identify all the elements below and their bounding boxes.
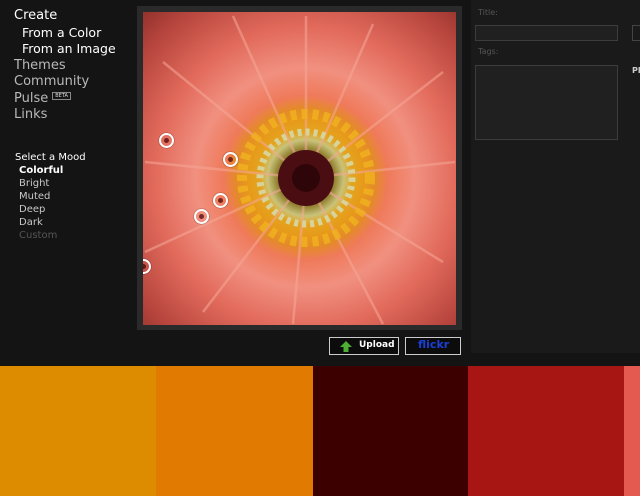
color-picker-3[interactable]: [213, 193, 228, 208]
nav-themes[interactable]: Themes: [14, 58, 132, 75]
swatch-1[interactable]: [0, 366, 156, 496]
image-frame: [137, 6, 462, 330]
tags-input[interactable]: [475, 65, 618, 140]
color-swatches: [0, 366, 640, 496]
swatch-3[interactable]: [313, 366, 468, 496]
flickr-button-label: flickr: [418, 338, 450, 351]
color-picker-2[interactable]: [223, 152, 238, 167]
swatch-2[interactable]: [156, 366, 313, 496]
nav-pulse-label: Pulse: [14, 90, 49, 106]
theme-details-panel: Title: Tags: Pl: [471, 0, 640, 353]
mood-colorful[interactable]: Colorful: [19, 164, 125, 177]
swatch-4[interactable]: [468, 366, 624, 496]
title-input[interactable]: [475, 25, 618, 41]
mood-selector: Select a Mood Colorful Bright Muted Deep…: [15, 151, 125, 242]
beta-badge: BETA: [52, 92, 71, 100]
source-image: [143, 12, 456, 325]
nav-from-an-image[interactable]: From an Image: [22, 41, 132, 58]
upload-button-label: Upload: [359, 340, 395, 350]
main-navigation: Create From a Color From an Image Themes…: [14, 8, 132, 124]
mood-custom: Custom: [19, 230, 58, 241]
upload-arrow-icon: [340, 341, 352, 352]
nav-pulse[interactable]: Pulse BETA: [14, 91, 132, 108]
color-picker-4[interactable]: [194, 209, 209, 224]
swatch-5[interactable]: [624, 366, 640, 496]
nav-links[interactable]: Links: [14, 107, 132, 124]
flickr-button[interactable]: flickr: [405, 337, 461, 355]
nav-create[interactable]: Create: [14, 8, 132, 25]
mood-deep[interactable]: Deep: [19, 203, 125, 216]
cutoff-field[interactable]: [632, 25, 640, 41]
cutoff-text: Pl: [632, 66, 640, 75]
nav-community[interactable]: Community: [14, 74, 132, 91]
mood-title: Select a Mood: [15, 152, 86, 163]
mood-muted[interactable]: Muted: [19, 190, 125, 203]
flower-illustration: [144, 15, 456, 325]
mood-dark[interactable]: Dark: [19, 216, 125, 229]
mood-bright[interactable]: Bright: [19, 177, 125, 190]
title-label: Title:: [478, 8, 498, 17]
tags-label: Tags:: [478, 47, 499, 56]
upload-button[interactable]: Upload: [329, 337, 399, 355]
nav-from-a-color[interactable]: From a Color: [22, 25, 132, 42]
color-picker-1[interactable]: [159, 133, 174, 148]
